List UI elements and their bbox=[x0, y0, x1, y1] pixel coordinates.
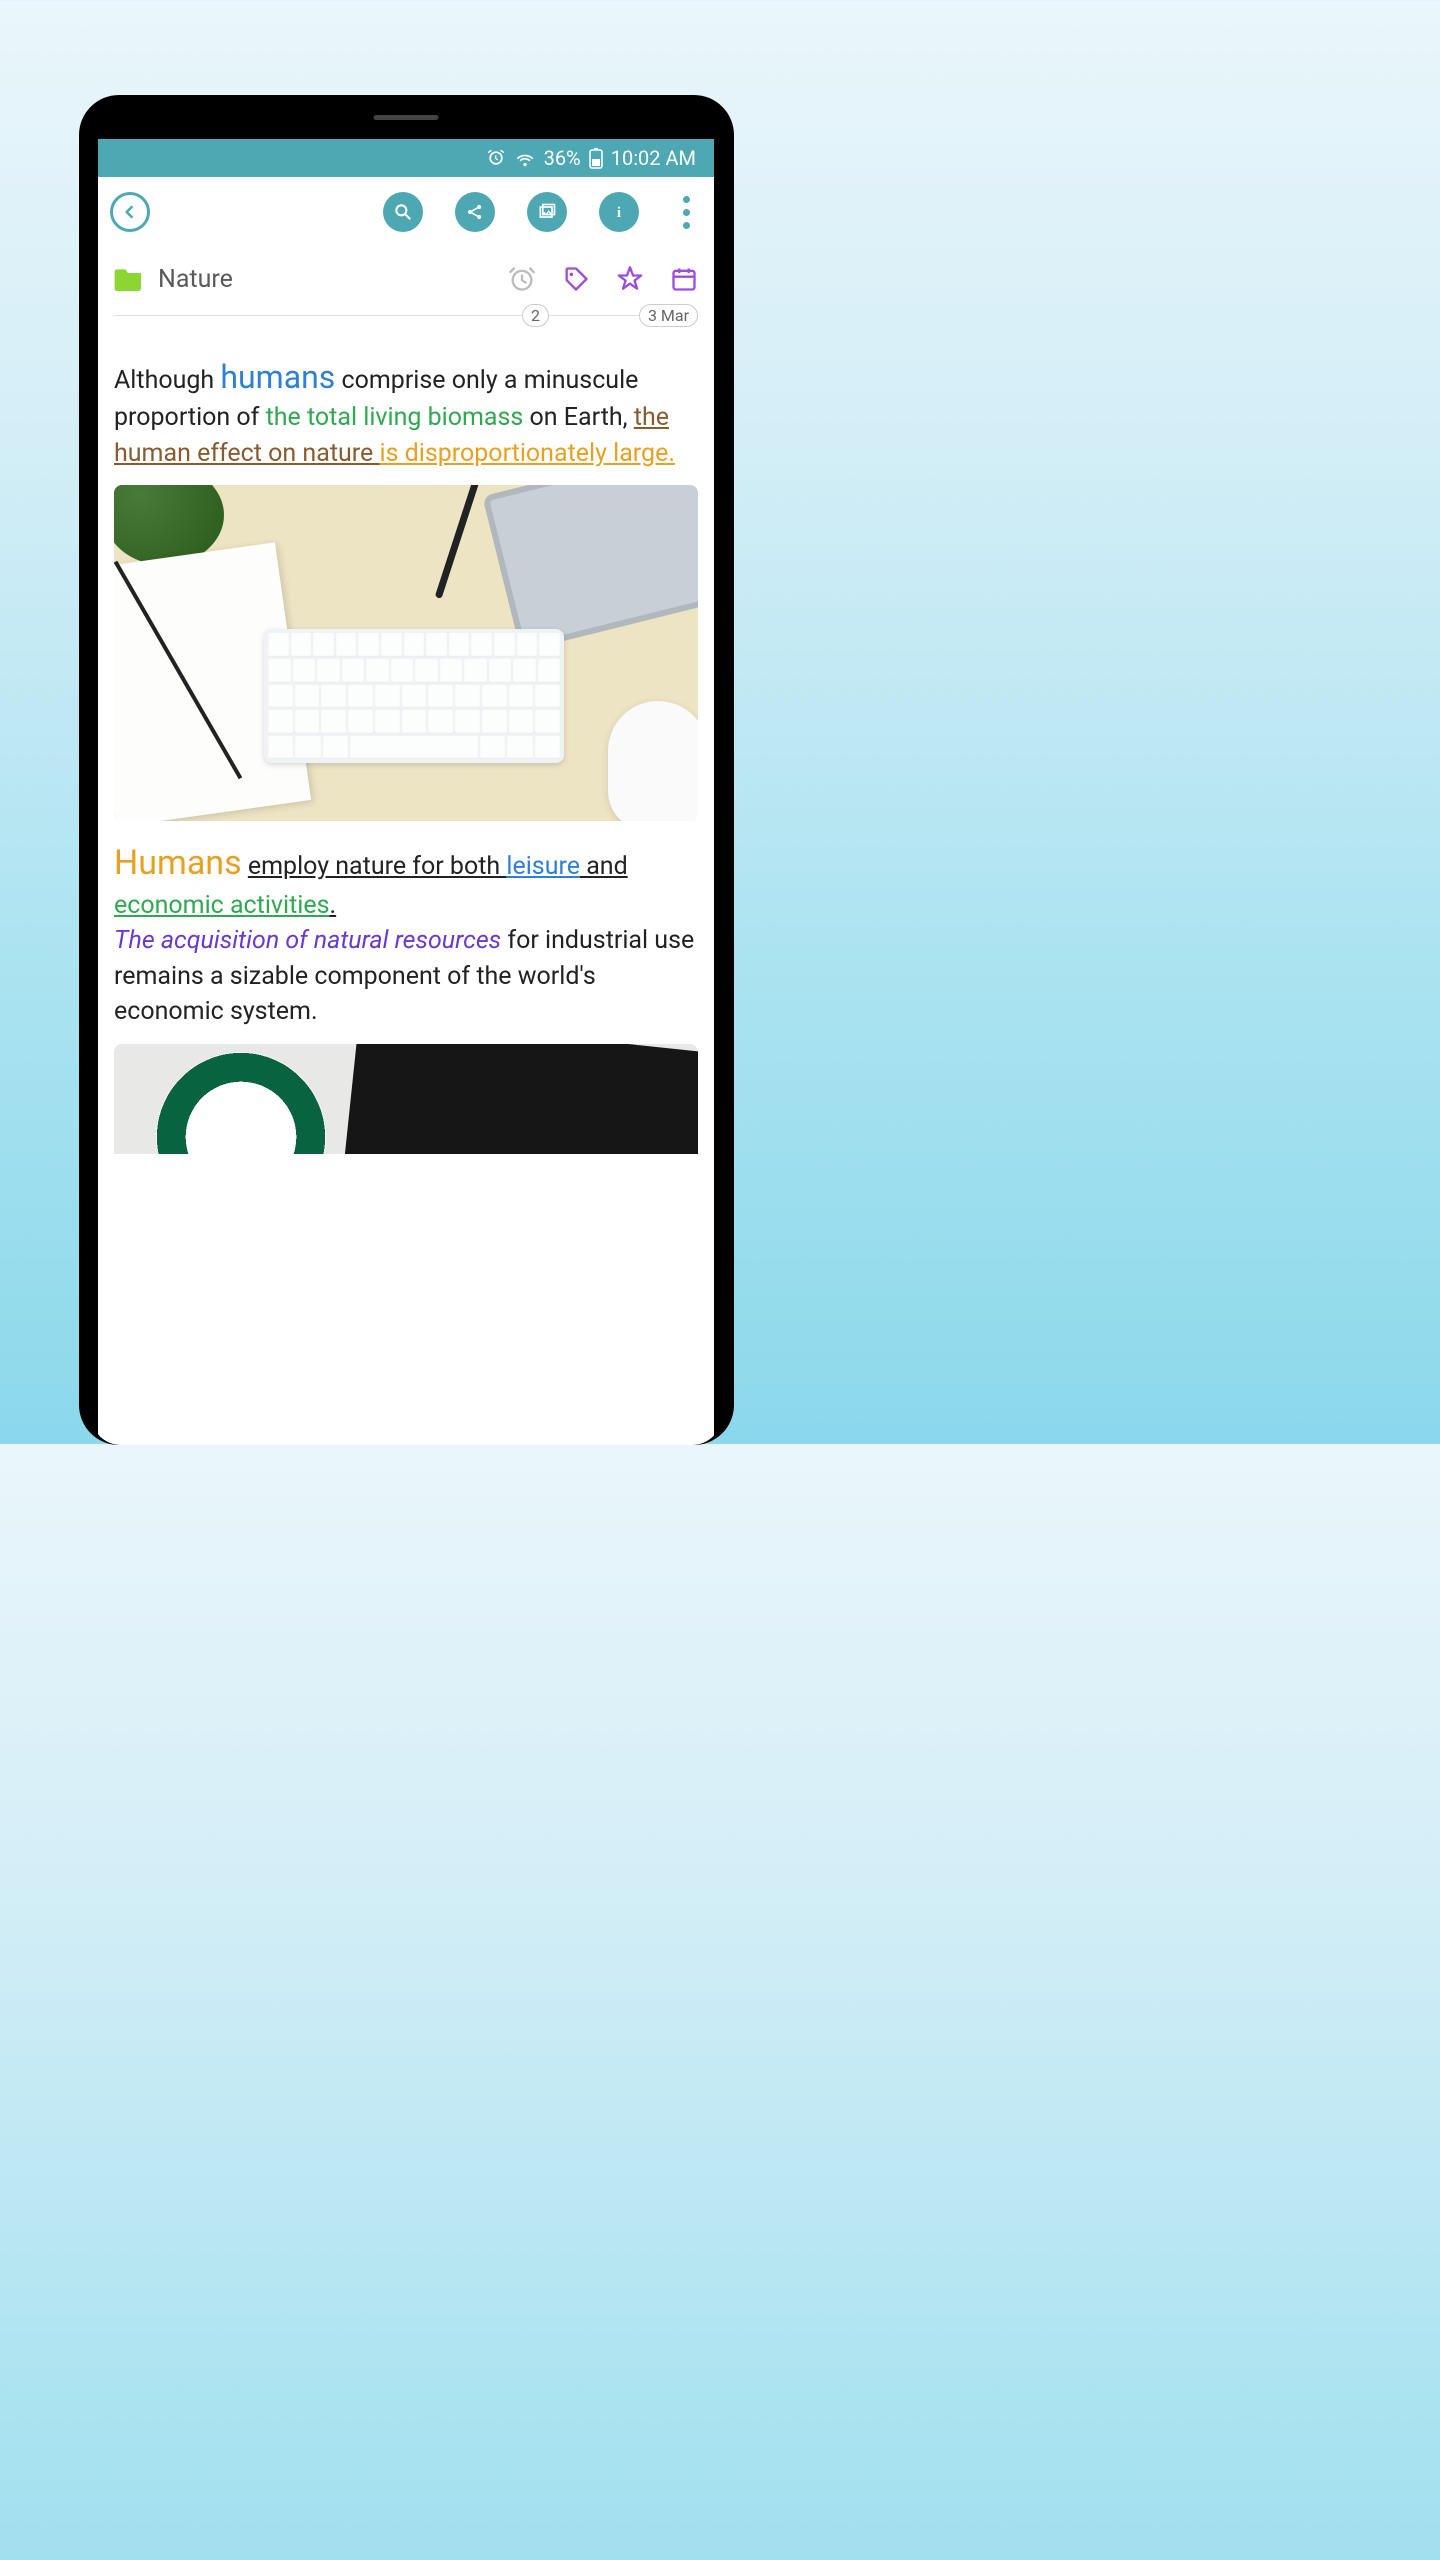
word-humans: humans bbox=[220, 358, 335, 396]
folder-name[interactable]: Nature bbox=[158, 265, 233, 294]
meta-divider: 2 3 Mar bbox=[98, 301, 714, 329]
status-bar: 36% 10:02 AM bbox=[98, 139, 714, 177]
folder-header: Nature bbox=[98, 247, 714, 301]
tag-count-badge: 2 bbox=[522, 304, 549, 327]
image-icon bbox=[537, 202, 557, 222]
note-body[interactable]: Although humans comprise only a minus­cu… bbox=[98, 329, 714, 1154]
date-badge: 3 Mar bbox=[639, 304, 698, 327]
star-icon[interactable] bbox=[616, 265, 644, 293]
alarm-icon bbox=[486, 148, 506, 168]
tag-icon[interactable] bbox=[562, 265, 590, 293]
inline-image-desk bbox=[114, 485, 698, 821]
search-icon bbox=[393, 202, 413, 222]
word-humans-2: Humans bbox=[114, 843, 242, 883]
search-button[interactable] bbox=[383, 192, 423, 232]
app-toolbar: i bbox=[98, 177, 714, 247]
info-button[interactable]: i bbox=[599, 192, 639, 232]
word-leisure: leisure bbox=[506, 852, 580, 881]
battery-percent: 36% bbox=[544, 146, 581, 170]
phrase-economic: economic activities bbox=[114, 891, 330, 920]
phrase-disproportionate: is disproportionately large. bbox=[379, 439, 674, 468]
reminder-icon[interactable] bbox=[508, 265, 536, 293]
info-icon: i bbox=[609, 202, 629, 222]
calendar-icon[interactable] bbox=[670, 265, 698, 293]
wifi-icon bbox=[514, 148, 536, 168]
share-button[interactable] bbox=[455, 192, 495, 232]
inline-image-coffee bbox=[114, 1044, 698, 1154]
gallery-button[interactable] bbox=[527, 192, 567, 232]
back-button[interactable] bbox=[110, 192, 150, 232]
svg-text:i: i bbox=[617, 205, 621, 221]
clock-time: 10:02 AM bbox=[611, 146, 696, 170]
folder-icon bbox=[114, 267, 144, 291]
share-icon bbox=[465, 202, 485, 222]
paragraph-2: Humans employ nature for both leisure an… bbox=[114, 839, 698, 1029]
phrase-biomass: the total living biomass bbox=[266, 403, 524, 432]
overflow-menu-button[interactable] bbox=[671, 196, 702, 229]
battery-icon bbox=[589, 147, 603, 169]
paragraph-1: Although humans comprise only a minus­cu… bbox=[114, 355, 698, 471]
phrase-acquisition: The acquisition of natural resources bbox=[114, 926, 501, 955]
